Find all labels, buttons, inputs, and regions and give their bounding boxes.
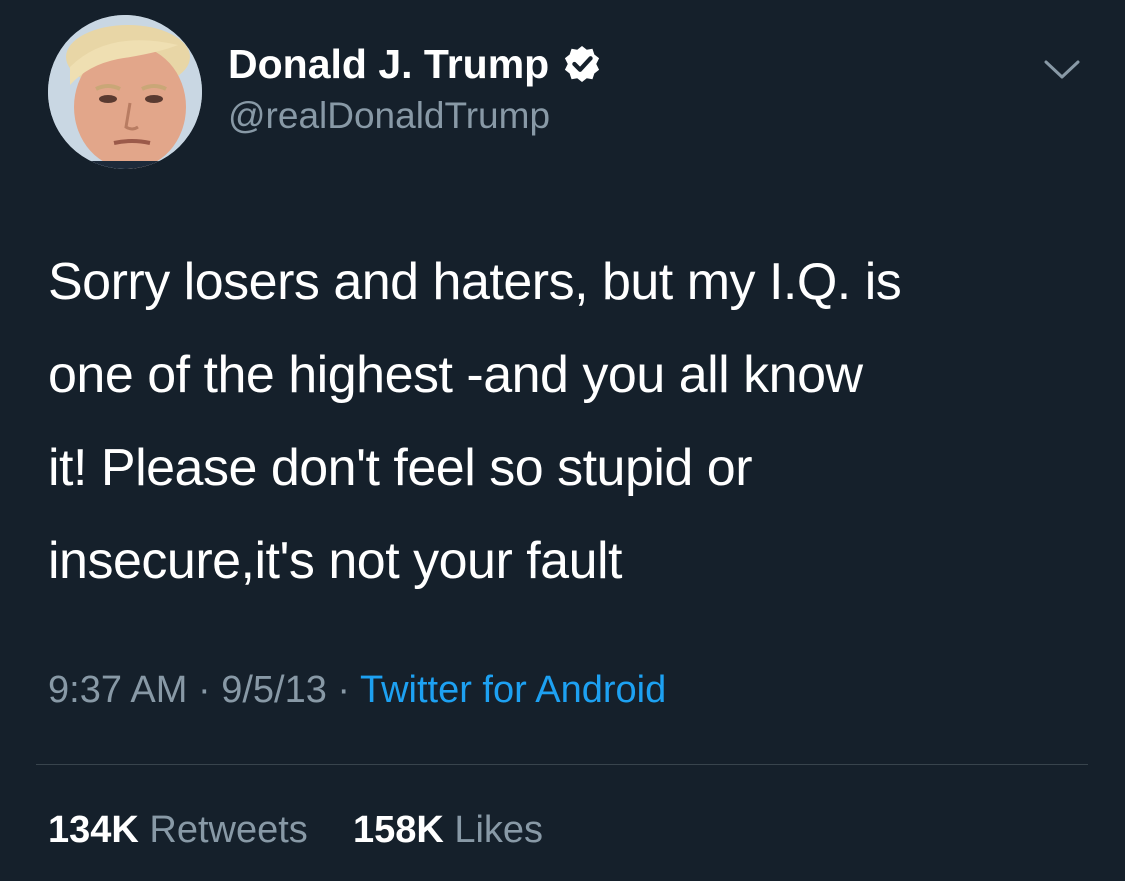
verified-badge-icon: [565, 45, 600, 83]
tweet-text-line: insecure,it's not your fault: [48, 532, 623, 590]
likes-label: Likes: [454, 809, 544, 851]
meta-separator: ·: [197, 669, 211, 711]
retweets-count: 134K: [48, 809, 139, 851]
tweet-time[interactable]: 9:37 AM: [48, 669, 187, 711]
tweet-text-line: it! Please don't feel so stupid or: [48, 439, 753, 497]
profile-photo-image: [48, 15, 202, 169]
chevron-down-icon[interactable]: [1042, 52, 1082, 86]
meta-separator: ·: [337, 669, 351, 711]
tweet-text-line: one of the highest -and you all know: [48, 346, 863, 404]
tweet-card: Donald J. Trump @realDonaldTrump Sorry l…: [0, 0, 1125, 881]
retweets-label: Retweets: [149, 809, 308, 851]
author-handle[interactable]: @realDonaldTrump: [228, 94, 550, 138]
retweets-stat[interactable]: 134K Retweets: [48, 809, 318, 851]
tweet-metadata: 9:37 AM · 9/5/13 · Twitter for Android: [48, 666, 666, 714]
tweet-date[interactable]: 9/5/13: [221, 669, 327, 711]
tweet-source-link[interactable]: Twitter for Android: [360, 669, 666, 711]
display-name-text[interactable]: Donald J. Trump: [228, 40, 549, 88]
author-display-name[interactable]: Donald J. Trump: [228, 40, 601, 88]
tweet-text-line: Sorry losers and haters, but my I.Q. is: [48, 253, 902, 311]
likes-count: 158K: [352, 809, 444, 851]
tweet-text: Sorry losers and haters, but my I.Q. is …: [48, 236, 1048, 608]
likes-stat[interactable]: 158K Likes: [342, 809, 543, 851]
divider: [36, 764, 1088, 765]
tweet-stats: 134K Retweets 158K Likes: [48, 806, 543, 854]
avatar[interactable]: [48, 15, 202, 169]
